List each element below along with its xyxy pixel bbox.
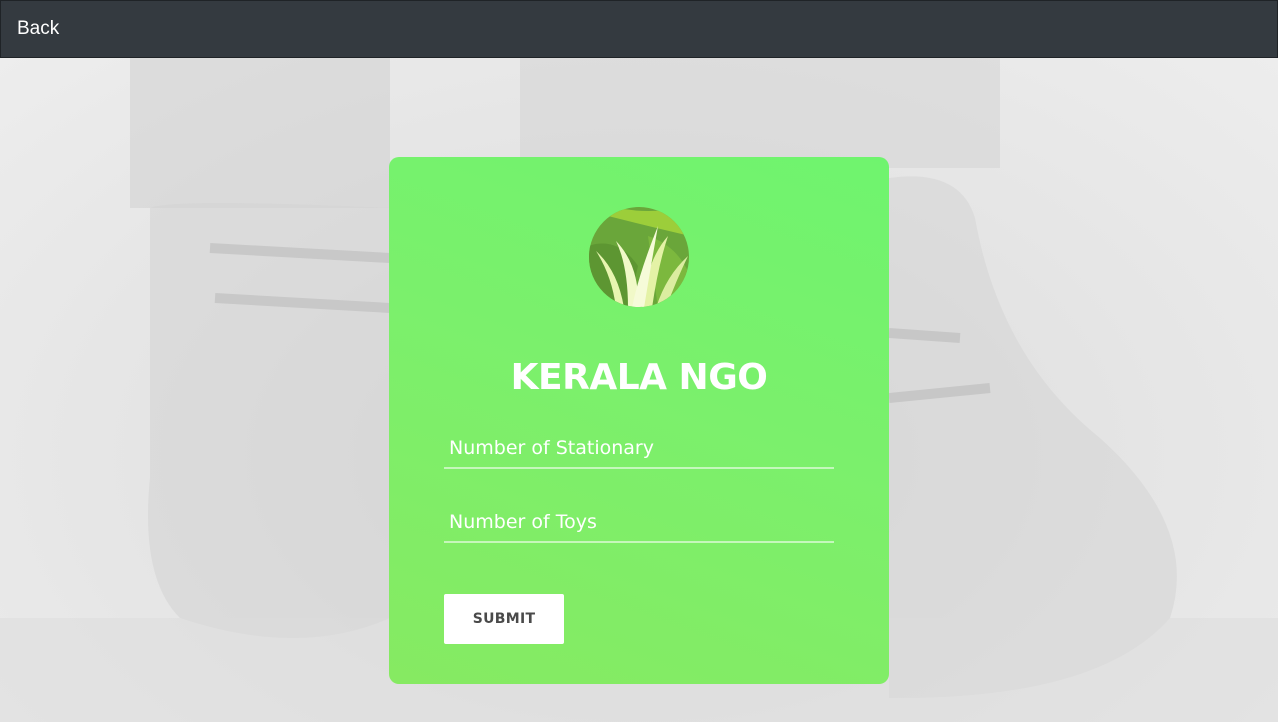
page-title: KERALA NGO	[510, 357, 768, 398]
stationary-count-input[interactable]	[444, 429, 834, 467]
toys-field-wrapper	[444, 503, 834, 543]
top-navbar: Back	[0, 0, 1278, 58]
submit-button[interactable]: SUBMIT	[444, 594, 564, 644]
donation-form-card: KERALA NGO SUBMIT	[389, 157, 889, 684]
stationary-field-wrapper	[444, 429, 834, 469]
back-link[interactable]: Back	[17, 18, 59, 40]
toys-count-input[interactable]	[444, 503, 834, 541]
grass-leaf-logo-icon	[589, 207, 689, 307]
